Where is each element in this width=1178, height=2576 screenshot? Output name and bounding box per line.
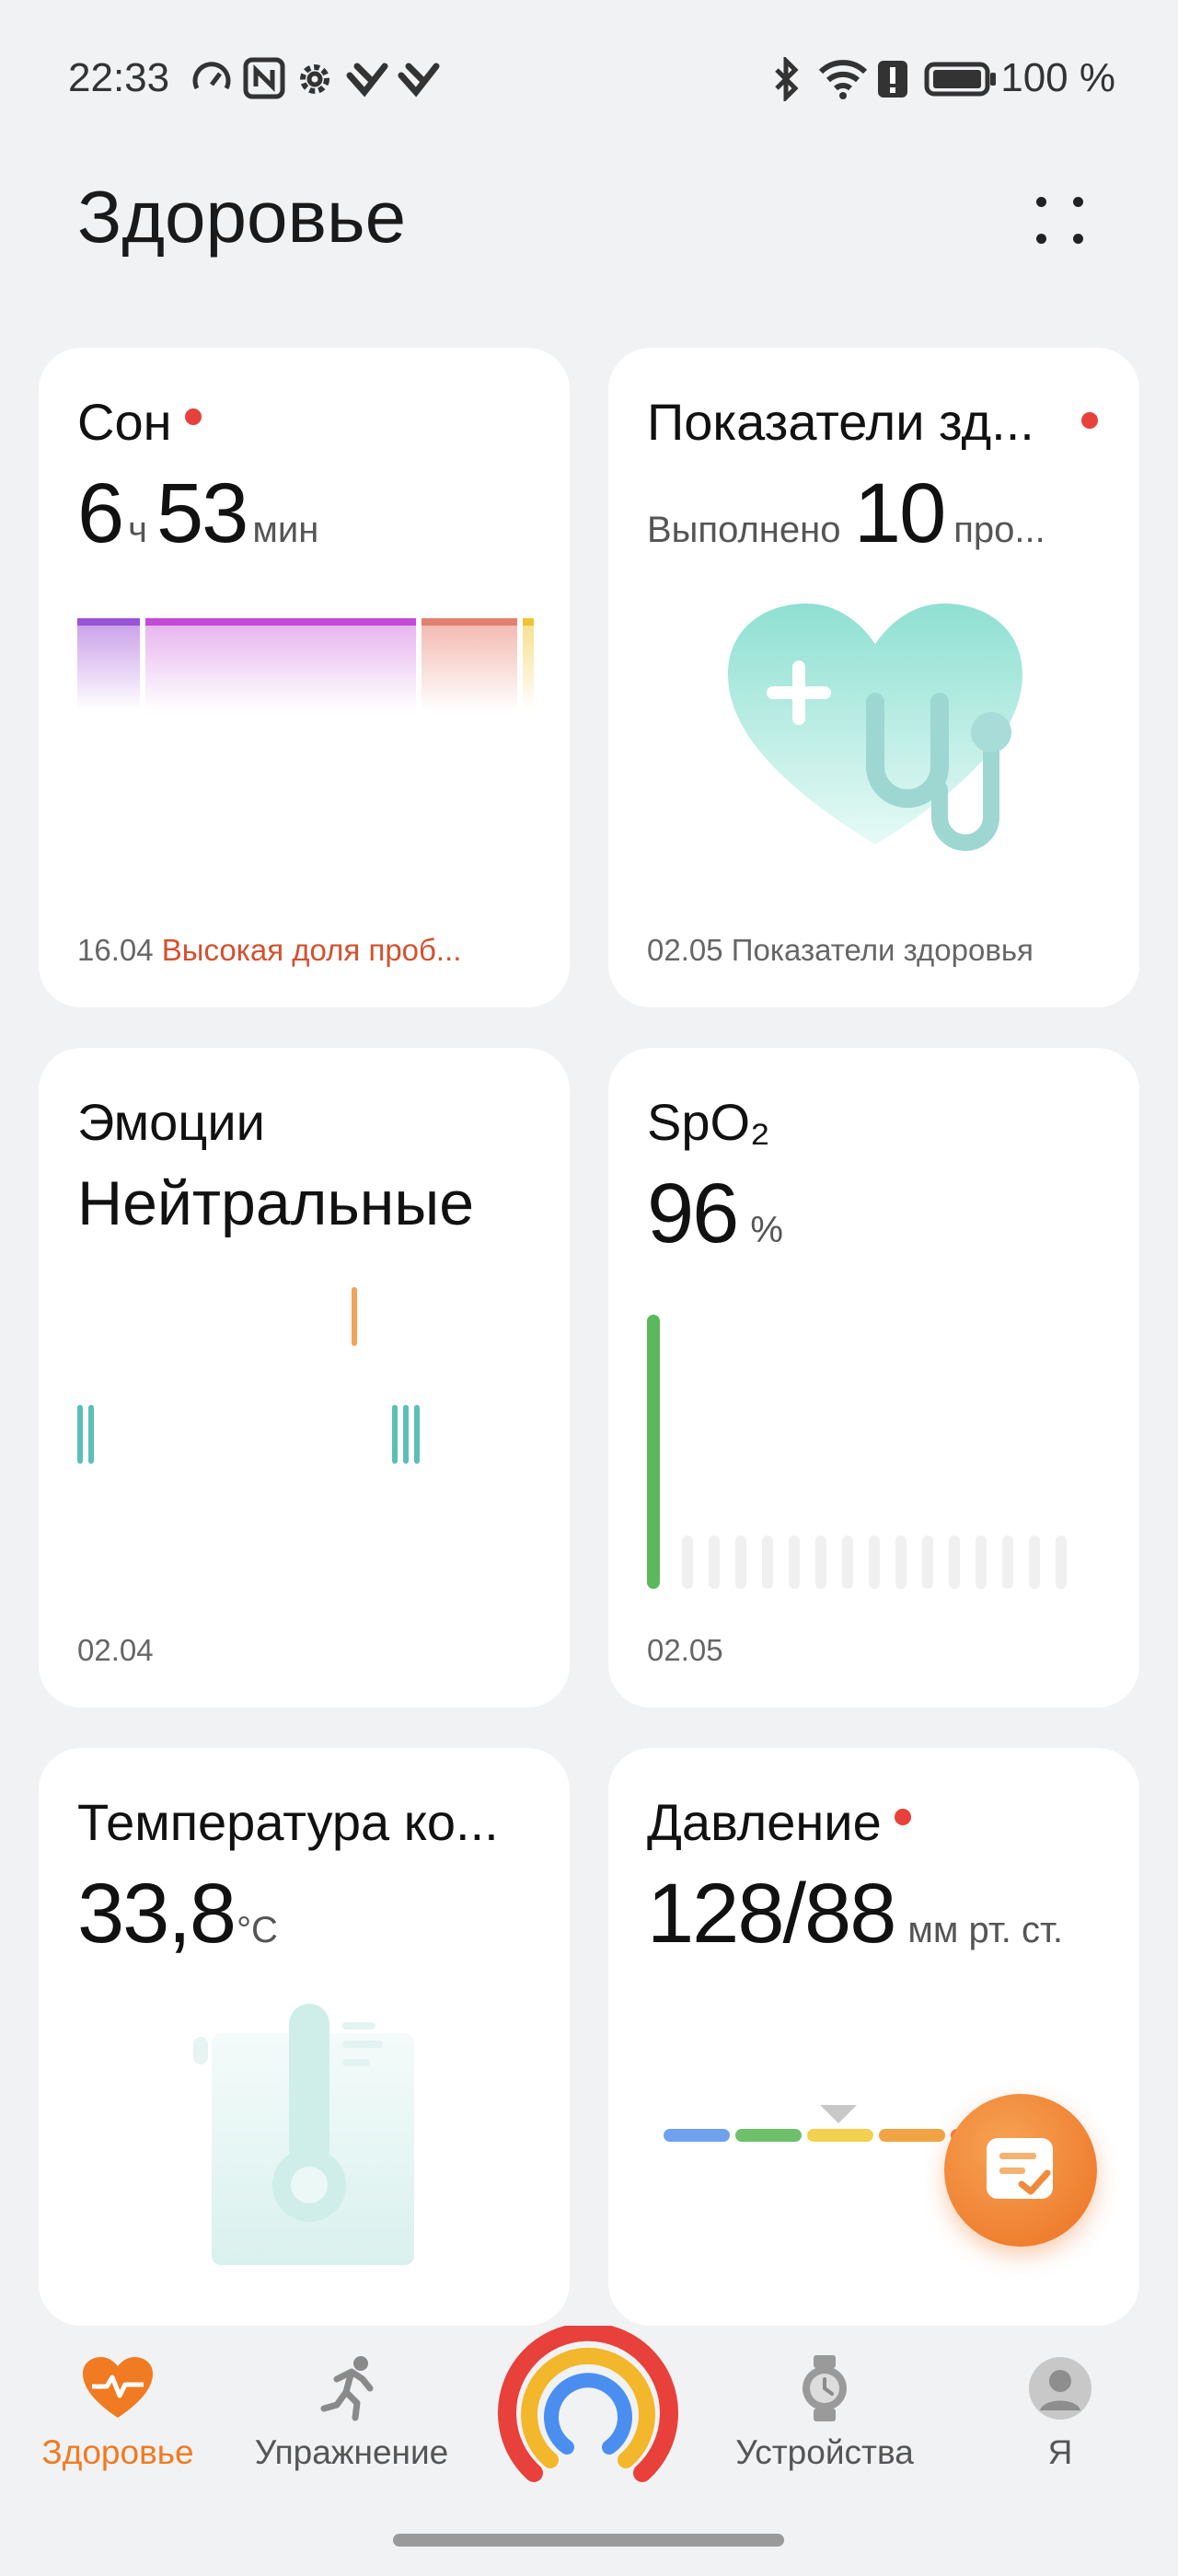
grid-menu-icon[interactable] xyxy=(1022,184,1095,258)
wifi-icon xyxy=(818,60,868,99)
pressure-value: 128/88 мм рт. ст. xyxy=(647,1867,1063,1961)
nav-health[interactable]: Здоровье xyxy=(17,2355,219,2472)
activity-rings-icon xyxy=(498,2322,678,2482)
status-time: 22:33 xyxy=(68,55,170,100)
emotion-value: Нейтральные xyxy=(77,1168,475,1238)
bottom-nav: Здоровье Упражнение Устройства Я xyxy=(0,2322,1178,2508)
sleep-duration: 6 ч 53 мин xyxy=(77,466,319,560)
card-title: Давление xyxy=(647,1792,911,1852)
nav-exercise[interactable]: Упражнение xyxy=(250,2355,453,2472)
emotions-card[interactable]: Эмоции Нейтральные 02.04 xyxy=(39,1048,570,1708)
alert-icon xyxy=(878,61,907,98)
spo2-level-bar xyxy=(647,1315,660,1589)
card-title: Эмоции xyxy=(77,1093,265,1151)
running-icon xyxy=(320,2356,374,2421)
home-indicator[interactable] xyxy=(393,2534,784,2547)
heart-stethoscope-icon xyxy=(728,604,1022,851)
card-title: Сон xyxy=(77,392,202,452)
thermometer-icon xyxy=(193,2004,414,2265)
emotions-date: 02.04 xyxy=(77,1633,154,1667)
sleep-stages-chart xyxy=(77,618,534,710)
health-app-icon-2 xyxy=(398,63,440,98)
bluetooth-icon xyxy=(775,57,799,101)
spo2-card[interactable]: SpO₂ 96% 02.05 xyxy=(608,1048,1139,1708)
activity-rings-button[interactable] xyxy=(497,2322,679,2501)
status-bar: 22:33 100 % xyxy=(0,0,1178,156)
pressure-pointer xyxy=(820,2105,857,2123)
nav-devices[interactable]: Устройства xyxy=(723,2355,926,2472)
health-footer: 02.05 Показатели здоровья xyxy=(647,933,1034,967)
watch-icon xyxy=(803,2355,847,2421)
add-record-fab[interactable] xyxy=(944,2094,1097,2247)
card-title: Показатели зд... xyxy=(647,393,1034,451)
gear-icon xyxy=(300,64,329,94)
health-indicators-card[interactable]: Показатели зд... Выполнено 10 про... 02.0… xyxy=(608,348,1139,1007)
health-completed: Выполнено 10 про... xyxy=(647,466,1045,560)
temperature-value: 33,8°C xyxy=(77,1867,278,1961)
card-title: SpO₂ xyxy=(647,1093,770,1151)
notification-dot xyxy=(1081,412,1098,429)
notification-dot xyxy=(894,1809,911,1826)
nfc-icon xyxy=(243,57,285,99)
notes-check-icon xyxy=(987,2138,1053,2199)
battery-icon xyxy=(924,62,996,97)
blood-pressure-card[interactable]: Давление 128/88 мм рт. ст. xyxy=(608,1748,1139,2326)
temperature-card[interactable]: Температура ко... 33,8°C xyxy=(39,1748,570,2326)
page-title: Здоровье xyxy=(77,176,407,258)
heart-pulse-icon xyxy=(83,2357,153,2418)
avatar-icon xyxy=(1029,2357,1091,2420)
emotions-chart xyxy=(77,1287,420,1464)
health-app-icon xyxy=(346,63,388,98)
spo2-date: 02.05 xyxy=(647,1633,723,1667)
pressure-scale xyxy=(664,2105,995,2142)
card-title: Температура ко... xyxy=(77,1793,499,1851)
spo2-placeholder-bars xyxy=(682,1535,1067,1589)
nav-me[interactable]: Я xyxy=(959,2355,1161,2472)
spo2-value: 96% xyxy=(647,1167,783,1260)
sleep-card[interactable]: Сон 6 ч 53 мин 16.04 Высокая доля проб... xyxy=(39,348,570,1007)
notification-dot xyxy=(184,408,202,426)
speedometer-icon xyxy=(192,62,231,90)
sleep-footer: 16.04 Высокая доля проб... xyxy=(77,933,462,967)
battery-percent: 100 % xyxy=(1000,55,1115,100)
spo2-chart xyxy=(647,1315,1067,1589)
